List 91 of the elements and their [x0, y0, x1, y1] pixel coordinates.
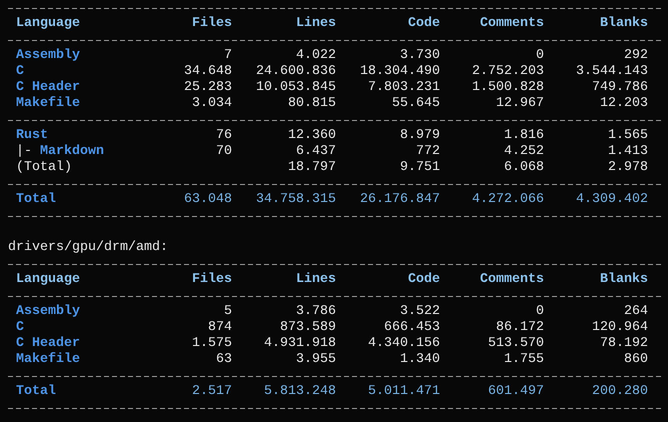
column-header: Lines	[296, 16, 336, 32]
number-cell: 873.589	[280, 320, 336, 336]
number-cell: 2.978	[608, 160, 648, 176]
number-cell: 860	[624, 352, 648, 368]
number-cell: 34.648	[184, 64, 232, 80]
total-cell: 63.048	[184, 192, 232, 208]
number-cell: 5	[224, 304, 232, 320]
number-cell: 3.730	[400, 48, 440, 64]
number-cell: 12.967	[496, 96, 544, 112]
number-cell: 18.304.490	[360, 64, 440, 80]
number-cell: 80.815	[288, 96, 336, 112]
number-cell: 3.034	[192, 96, 232, 112]
number-cell: 12.360	[288, 128, 336, 144]
total-cell: 601.497	[488, 384, 544, 400]
number-cell: 749.786	[592, 80, 648, 96]
number-cell: 4.931.918	[264, 336, 336, 352]
number-cell: 9.751	[400, 160, 440, 176]
number-cell: 4.252	[504, 144, 544, 160]
path-heading: drivers/gpu/drm/amd:	[7, 240, 168, 256]
column-header: Comments	[480, 272, 544, 288]
total-cell: 4.309.402	[576, 192, 648, 208]
column-header: Language	[16, 272, 80, 288]
number-cell: 292	[624, 48, 648, 64]
number-cell: 0	[536, 48, 544, 64]
total-cell: 200.280	[592, 384, 648, 400]
total-cell: 34.758.315	[256, 192, 336, 208]
number-cell: 264	[624, 304, 648, 320]
column-header: Files	[192, 272, 232, 288]
total-label: Total	[16, 192, 56, 208]
language-name: Rust	[16, 128, 48, 144]
column-header: Code	[408, 16, 440, 32]
number-cell: 12.203	[600, 96, 648, 112]
number-cell: 6.437	[296, 144, 336, 160]
number-cell: 55.645	[392, 96, 440, 112]
number-cell: 25.283	[184, 80, 232, 96]
number-cell: 1.413	[608, 144, 648, 160]
language-name: C Header	[16, 80, 80, 96]
number-cell: 4.340.156	[368, 336, 440, 352]
number-cell: 18.797	[288, 160, 336, 176]
language-name: Assembly	[16, 48, 80, 64]
column-header: Blanks	[600, 16, 648, 32]
number-cell: 6.068	[504, 160, 544, 176]
number-cell: 120.964	[592, 320, 648, 336]
number-cell: 3.955	[296, 352, 336, 368]
number-cell: 1.755	[504, 352, 544, 368]
number-cell: 513.570	[488, 336, 544, 352]
column-header: Blanks	[600, 272, 648, 288]
total-cell: 5.011.471	[368, 384, 440, 400]
total-cell: 5.813.248	[264, 384, 336, 400]
total-cell: 26.176.847	[360, 192, 440, 208]
number-cell: 10.053.845	[256, 80, 336, 96]
number-cell: 76	[216, 128, 232, 144]
number-cell: 4.022	[296, 48, 336, 64]
subtotal-label: (Total)	[16, 160, 72, 176]
number-cell: 1.500.828	[472, 80, 544, 96]
number-cell: 1.340	[400, 352, 440, 368]
number-cell: 1.565	[608, 128, 648, 144]
number-cell: 874	[208, 320, 232, 336]
number-cell: 0	[536, 304, 544, 320]
language-name: Makefile	[16, 352, 80, 368]
column-header: Lines	[296, 272, 336, 288]
number-cell: 3.522	[400, 304, 440, 320]
number-cell: 78.192	[600, 336, 648, 352]
number-cell: 86.172	[496, 320, 544, 336]
column-header: Files	[192, 16, 232, 32]
number-cell: 3.786	[296, 304, 336, 320]
total-cell: 2.517	[192, 384, 232, 400]
column-header: Language	[16, 16, 80, 32]
number-cell: 63	[216, 352, 232, 368]
language-name: C	[16, 320, 24, 336]
language-name: C Header	[16, 336, 80, 352]
number-cell: 7	[224, 48, 232, 64]
number-cell: 24.600.836	[256, 64, 336, 80]
column-header: Comments	[480, 16, 544, 32]
number-cell: 1.816	[504, 128, 544, 144]
total-label: Total	[16, 384, 56, 400]
number-cell: 7.803.231	[368, 80, 440, 96]
language-name: C	[16, 64, 24, 80]
number-cell: 3.544.143	[576, 64, 648, 80]
total-cell: 4.272.066	[472, 192, 544, 208]
language-name: Makefile	[16, 96, 80, 112]
number-cell: 1.575	[192, 336, 232, 352]
tree-branch: |-	[16, 144, 32, 160]
number-cell: 666.453	[384, 320, 440, 336]
language-name: Markdown	[40, 144, 104, 160]
number-cell: 2.752.203	[472, 64, 544, 80]
number-cell: 772	[416, 144, 440, 160]
number-cell: 70	[216, 144, 232, 160]
column-header: Code	[408, 272, 440, 288]
number-cell: 8.979	[400, 128, 440, 144]
language-name: Assembly	[16, 304, 80, 320]
